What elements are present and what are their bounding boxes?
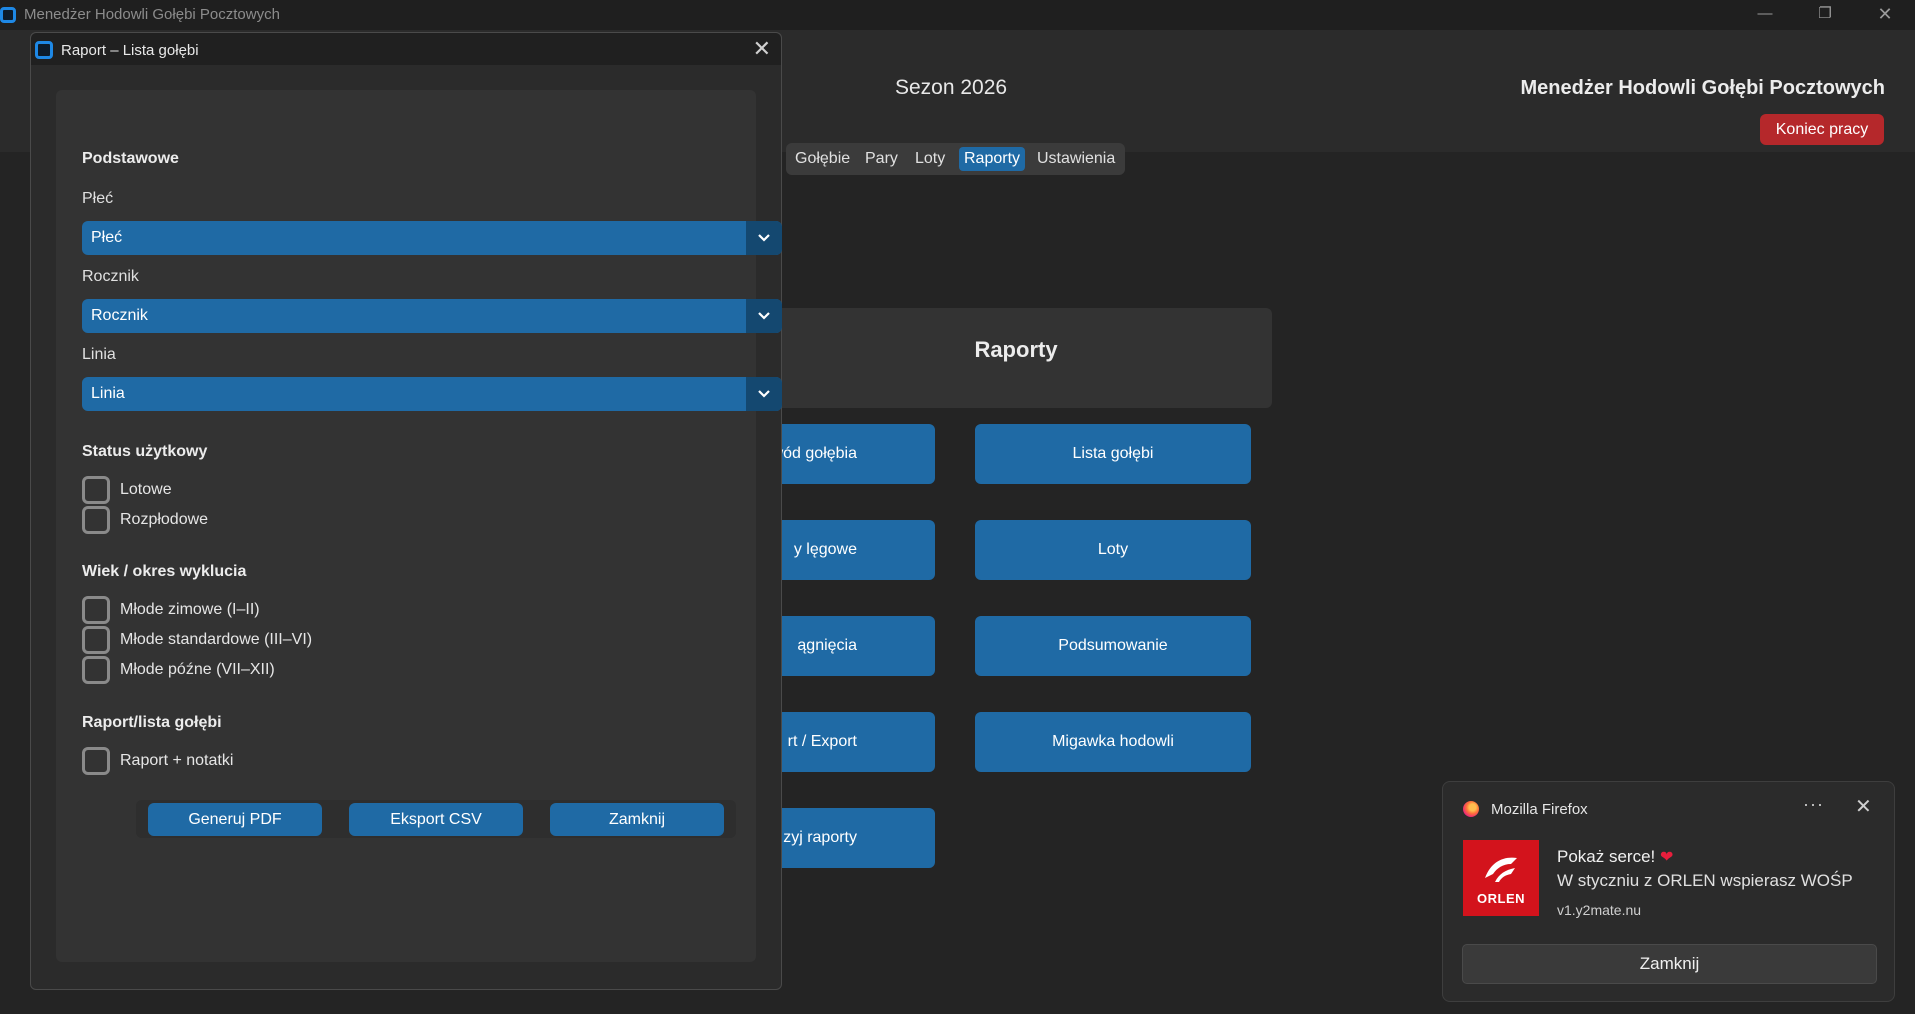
window-titlebar: Menedżer Hodowli Gołębi Pocztowych — ❐ ✕ <box>0 0 1915 30</box>
dialog-close-button[interactable]: Zamknij <box>550 803 724 836</box>
notification-close-icon[interactable]: ✕ <box>1855 794 1872 819</box>
chevron-down-icon[interactable] <box>746 299 782 333</box>
notification-title: Pokaż serce! ❤ <box>1557 847 1673 867</box>
line-label: Linia <box>82 346 116 363</box>
reports-panel: Raporty <box>760 308 1272 408</box>
report-dialog: Raport – Lista gołębi ✕ Podstawowe Płeć … <box>30 32 782 990</box>
checkbox-box[interactable] <box>82 747 110 775</box>
more-options-icon[interactable]: ··· <box>1803 794 1824 815</box>
minimize-icon[interactable]: — <box>1735 0 1795 30</box>
notification-source: v1.y2mate.nu <box>1557 902 1642 918</box>
section-age: Wiek / okres wyklucia <box>82 563 247 580</box>
sex-label: Płeć <box>82 190 114 207</box>
window-close-icon[interactable]: ✕ <box>1855 0 1915 30</box>
tab-pairs[interactable]: Pary <box>860 147 903 171</box>
notification-text: W styczniu z ORLEN wspierasz WOŚP <box>1557 871 1853 890</box>
sex-select[interactable]: Płeć <box>82 221 782 255</box>
firefox-notification: Mozilla Firefox ··· ✕ ORLEN Pokaż serce!… <box>1442 781 1895 1002</box>
chevron-down-icon[interactable] <box>746 377 782 411</box>
app-icon <box>0 7 16 23</box>
sex-select-value: Płeć <box>91 229 123 246</box>
checkbox-box[interactable] <box>82 596 110 624</box>
chevron-down-icon[interactable] <box>746 221 782 255</box>
orlen-logo: ORLEN <box>1463 840 1539 916</box>
checkbox-box[interactable] <box>82 476 110 504</box>
dialog-title: Raport – Lista gołębi <box>61 42 199 59</box>
year-select-value: Rocznik <box>91 307 148 324</box>
dialog-button-row: Generuj PDF Eksport CSV Zamknij <box>136 800 736 838</box>
app-name: Menedżer Hodowli Gołębi Pocztowych <box>1520 77 1885 99</box>
line-select[interactable]: Linia <box>82 377 782 411</box>
main-tabs: Gołębie Pary Loty Raporty Ustawienia <box>786 143 1125 175</box>
tab-settings[interactable]: Ustawienia <box>1032 147 1120 171</box>
report-button-flights[interactable]: Loty <box>975 520 1251 580</box>
report-button-loft-snapshot[interactable]: Migawka hodowli <box>975 712 1251 772</box>
checkbox-label: Raport + notatki <box>120 752 234 769</box>
line-select-value: Linia <box>91 385 125 402</box>
tab-reports[interactable]: Raporty <box>959 147 1026 171</box>
end-work-button[interactable]: Koniec pracy <box>1760 114 1884 145</box>
checkbox-box[interactable] <box>82 506 110 534</box>
firefox-icon <box>1463 801 1479 817</box>
report-button-pigeon-list[interactable]: Lista gołębi <box>975 424 1251 484</box>
heart-icon: ❤ <box>1660 849 1674 866</box>
maximize-icon[interactable]: ❐ <box>1795 0 1855 30</box>
checkbox-label: Młode standardowe (III–VI) <box>120 631 313 648</box>
dialog-body: Podstawowe Płeć Płeć Rocznik Rocznik Lin… <box>56 90 782 962</box>
year-label: Rocznik <box>82 268 139 285</box>
orlen-logo-text: ORLEN <box>1477 891 1525 906</box>
generate-pdf-button[interactable]: Generuj PDF <box>148 803 322 836</box>
season-label: Sezon 2026 <box>895 76 1008 99</box>
tab-flights[interactable]: Loty <box>910 147 950 171</box>
window-title: Menedżer Hodowli Gołębi Pocztowych <box>24 6 280 23</box>
tab-pigeons[interactable]: Gołębie <box>790 147 855 171</box>
dialog-close-icon[interactable]: ✕ <box>753 37 771 61</box>
notification-title-text: Pokaż serce! <box>1557 847 1656 866</box>
dialog-titlebar: Raport – Lista gołębi ✕ <box>31 33 781 65</box>
checkbox-box[interactable] <box>82 656 110 684</box>
app-icon <box>35 41 53 59</box>
section-basic: Podstawowe <box>82 150 179 167</box>
checkbox-label: Rozpłodowe <box>120 511 209 528</box>
year-select[interactable]: Rocznik <box>82 299 782 333</box>
notification-app-name: Mozilla Firefox <box>1491 801 1588 818</box>
reports-title: Raporty <box>974 337 1058 362</box>
report-button-summary[interactable]: Podsumowanie <box>975 616 1251 676</box>
section-status: Status użytkowy <box>82 443 208 460</box>
section-report: Raport/lista gołębi <box>82 714 222 731</box>
notification-dismiss-button[interactable]: Zamknij <box>1462 944 1877 984</box>
checkbox-label: Lotowe <box>120 481 172 498</box>
export-csv-button[interactable]: Eksport CSV <box>349 803 523 836</box>
checkbox-box[interactable] <box>82 626 110 654</box>
checkbox-label: Młode późne (VII–XII) <box>120 661 275 678</box>
checkbox-label: Młode zimowe (I–II) <box>120 601 260 618</box>
